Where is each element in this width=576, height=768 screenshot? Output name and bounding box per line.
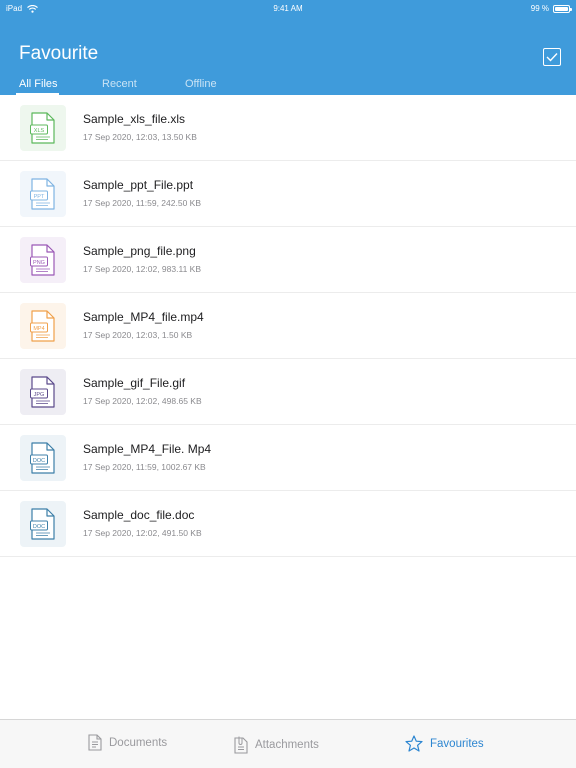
file-name: Sample_gif_File.gif bbox=[83, 376, 186, 390]
tab-offline[interactable]: Offline bbox=[185, 78, 217, 90]
file-meta: 17 Sep 2020, 11:59, 1002.67 KB bbox=[83, 462, 206, 472]
file-thumbnail: XLS bbox=[20, 105, 66, 151]
file-meta: 17 Sep 2020, 12:03, 1.50 KB bbox=[83, 330, 193, 340]
jpg-file-icon: JPG bbox=[30, 376, 55, 408]
file-name: Sample_MP4_file.mp4 bbox=[83, 310, 204, 324]
file-meta: 17 Sep 2020, 11:59, 242.50 KB bbox=[83, 198, 201, 208]
ppt-file-icon: PPT bbox=[30, 178, 55, 210]
file-row[interactable]: JPG Sample_gif_File.gif 17 Sep 2020, 12:02… bbox=[0, 359, 576, 425]
file-list: XLS Sample_xls_file.xls 17 Sep 2020, 12:03… bbox=[0, 95, 576, 557]
file-meta: 17 Sep 2020, 12:02, 983.11 KB bbox=[83, 264, 201, 274]
file-thumbnail: JPG bbox=[20, 369, 66, 415]
status-time: 9:41 AM bbox=[273, 4, 303, 13]
file-type-badge: DOC bbox=[33, 458, 45, 464]
battery-percent: 99 % bbox=[530, 4, 549, 13]
tabbar-attachments-label: Attachments bbox=[255, 739, 319, 751]
mp4-file-icon: MP4 bbox=[30, 310, 55, 342]
file-name: Sample_xls_file.xls bbox=[83, 112, 186, 126]
tab-all-files[interactable]: All Files bbox=[19, 78, 58, 90]
file-row[interactable]: PNG Sample_png_file.png 17 Sep 2020, 12:02… bbox=[0, 227, 576, 293]
file-type-badge: MP4 bbox=[33, 326, 44, 332]
file-meta: 17 Sep 2020, 12:02, 498.65 KB bbox=[83, 396, 202, 406]
file-name: Sample_doc_file.doc bbox=[83, 508, 195, 522]
file-meta: 17 Sep 2020, 12:03, 13.50 KB bbox=[83, 132, 197, 142]
tabbar-attachments[interactable]: Attachments bbox=[234, 736, 319, 754]
status-bar: iPad 9:41 AM 99 % bbox=[0, 0, 576, 18]
file-meta: 17 Sep 2020, 12:02, 491.50 KB bbox=[83, 528, 202, 538]
file-name: Sample_ppt_File.ppt bbox=[83, 178, 194, 192]
file-type-badge: XLS bbox=[34, 128, 45, 134]
select-checkbox-button[interactable] bbox=[543, 48, 561, 66]
bottom-tab-bar: Documents Attachments Favourites bbox=[0, 719, 576, 768]
xls-file-icon: XLS bbox=[30, 112, 55, 144]
file-type-badge: PNG bbox=[33, 260, 45, 266]
page-title: Favourite bbox=[19, 43, 99, 64]
filter-tabs: All Files Recent Offline bbox=[0, 76, 576, 95]
tabbar-documents-label: Documents bbox=[109, 736, 168, 749]
file-thumbnail: PNG bbox=[20, 237, 66, 283]
doc-file-icon: DOC bbox=[30, 508, 55, 540]
file-name: Sample_png_file.png bbox=[83, 244, 196, 258]
battery-icon bbox=[553, 4, 572, 13]
tabbar-favourites-label: Favourites bbox=[430, 737, 484, 750]
tab-recent[interactable]: Recent bbox=[102, 78, 137, 90]
attachment-icon bbox=[234, 736, 248, 754]
file-thumbnail: MP4 bbox=[20, 303, 66, 349]
file-thumbnail: DOC bbox=[20, 501, 66, 547]
file-name: Sample_MP4_File. Mp4 bbox=[83, 442, 212, 456]
tabbar-documents[interactable]: Documents bbox=[88, 734, 167, 751]
star-icon bbox=[405, 735, 423, 752]
doc-file-icon: DOC bbox=[30, 442, 55, 474]
tabbar-favourites[interactable]: Favourites bbox=[405, 735, 484, 752]
file-row[interactable]: PPT Sample_ppt_File.ppt 17 Sep 2020, 11:59… bbox=[0, 161, 576, 227]
file-row[interactable]: XLS Sample_xls_file.xls 17 Sep 2020, 12:03… bbox=[0, 95, 576, 161]
file-thumbnail: PPT bbox=[20, 171, 66, 217]
file-row[interactable]: DOC Sample_MP4_File. Mp4 17 Sep 2020, 11:5… bbox=[0, 425, 576, 491]
file-row[interactable]: MP4 Sample_MP4_file.mp4 17 Sep 2020, 12:03… bbox=[0, 293, 576, 359]
file-type-badge: PPT bbox=[34, 194, 45, 200]
checkmark-icon bbox=[546, 53, 558, 62]
file-type-badge: DOC bbox=[33, 524, 45, 530]
document-icon bbox=[88, 734, 102, 751]
png-file-icon: PNG bbox=[30, 244, 55, 276]
header-bar: iPad 9:41 AM 99 % Favourite All Files Re… bbox=[0, 0, 576, 95]
file-row[interactable]: DOC Sample_doc_file.doc 17 Sep 2020, 12:02… bbox=[0, 491, 576, 557]
file-thumbnail: DOC bbox=[20, 435, 66, 481]
file-type-badge: JPG bbox=[34, 392, 45, 398]
